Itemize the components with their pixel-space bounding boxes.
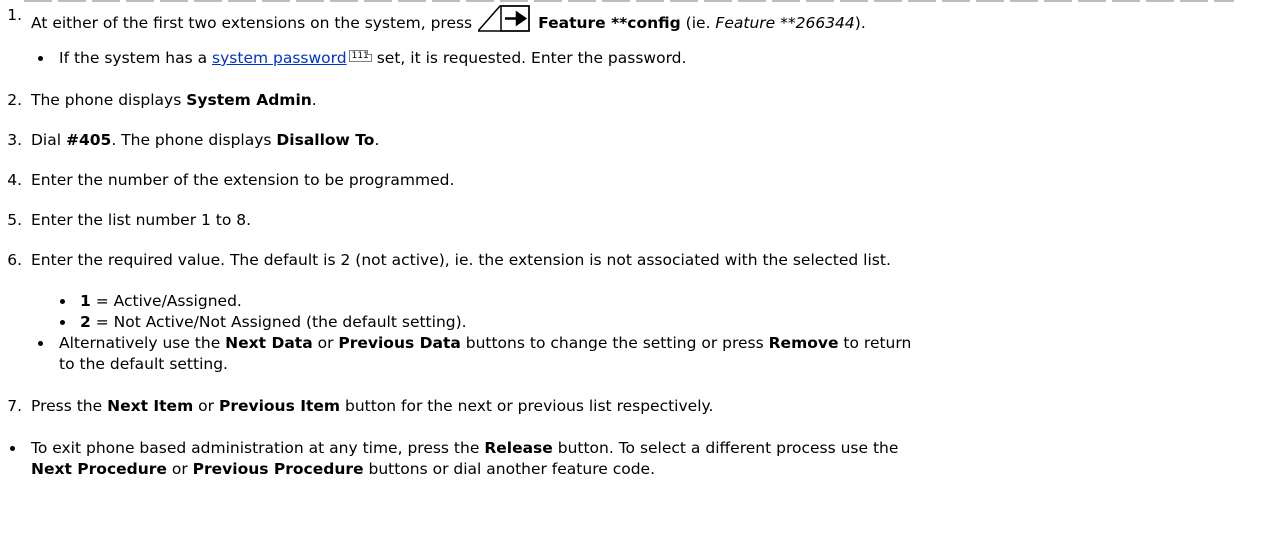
bullet xyxy=(10,446,15,451)
step-number: 6. xyxy=(7,251,22,269)
step-text: At either of the first two extensions on… xyxy=(31,4,866,38)
bullet xyxy=(60,320,65,325)
step-1-subitem: If the system has a system password 111 s… xyxy=(59,49,687,67)
page-reference[interactable]: 111 xyxy=(348,50,372,62)
step-number: 1. xyxy=(7,6,22,24)
step-number: 5. xyxy=(7,211,22,229)
exit-note-line-2: Next Procedure or Previous Procedure but… xyxy=(31,460,655,478)
bullet xyxy=(38,341,43,346)
exit-note: To exit phone based administration at an… xyxy=(31,439,899,457)
option-2: 2 = Not Active/Not Assigned (the default… xyxy=(80,313,467,331)
step-text: Enter the required value. The default is… xyxy=(31,251,891,269)
step-text: Press the Next Item or Previous Item but… xyxy=(31,397,714,415)
step-number: 7. xyxy=(7,397,22,415)
step-text: Enter the number of the extension to be … xyxy=(31,171,455,189)
step-text: Enter the list number 1 to 8. xyxy=(31,211,252,229)
step-number: 3. xyxy=(7,131,22,149)
step-number: 2. xyxy=(7,91,22,109)
system-password-link[interactable]: system password xyxy=(212,49,347,67)
bullet xyxy=(60,299,65,304)
feature-arrow-icon xyxy=(476,4,532,38)
step-number: 4. xyxy=(7,171,22,189)
top-clipped-text xyxy=(0,0,1265,3)
option-1: 1 = Active/Assigned. xyxy=(80,292,242,310)
step-text: Dial #405. The phone displays Disallow T… xyxy=(31,131,380,149)
bullet xyxy=(38,56,43,61)
alternative-note-line-2: to the default setting. xyxy=(59,355,228,373)
step-text: The phone displays System Admin. xyxy=(31,91,317,109)
alternative-note: Alternatively use the Next Data or Previ… xyxy=(59,334,912,352)
